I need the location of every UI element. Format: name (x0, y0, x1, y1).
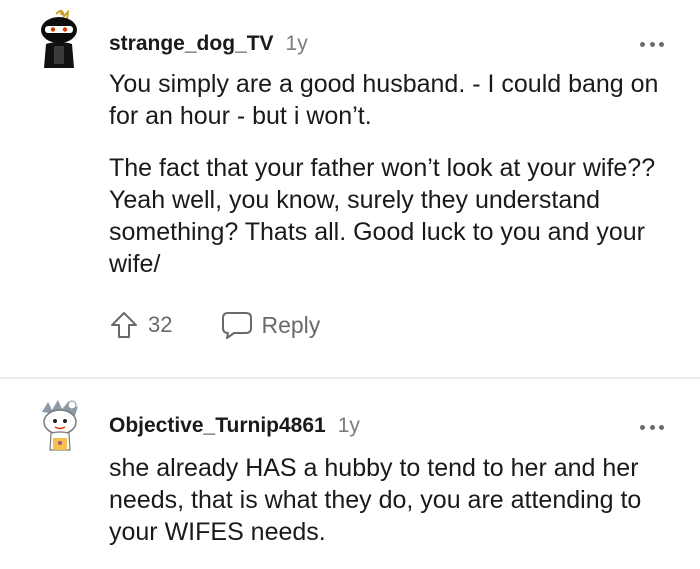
avatar[interactable] (34, 8, 84, 70)
dot (659, 41, 664, 47)
dot (649, 41, 655, 47)
dot (649, 424, 655, 430)
comment-text: The fact that your father won’t look at … (109, 154, 656, 278)
comment-paragraph: she already HAS a hubby to tend to her a… (109, 452, 674, 548)
dot (659, 424, 664, 430)
upvote-button[interactable]: 32 (109, 310, 172, 340)
comment-paragraph: The fact that your father won’t look at … (109, 152, 674, 280)
comment: strange_dog_TV 1y You simply are a good h… (0, 0, 700, 378)
comment-text: she already HAS a hubby to tend to her a… (109, 454, 642, 546)
dot (640, 424, 645, 430)
username[interactable]: strange_dog_TV 1y (109, 32, 308, 56)
vote-count: 32 (148, 312, 173, 337)
comment-age: 1y (337, 414, 360, 437)
reply-bubble-icon (222, 312, 253, 339)
username[interactable]: Objective_Turnip4861 1y (109, 414, 360, 438)
username-text[interactable]: Objective_Turnip4861 (109, 414, 326, 437)
comment-age: 1y (285, 32, 308, 55)
snoo-avatar-icon (42, 400, 78, 451)
comment-paragraph: You simply are a good husband. - I could… (109, 68, 674, 132)
more-options-icon[interactable] (640, 40, 664, 48)
reply-button[interactable]: Reply (220, 310, 320, 340)
snoo-avatar-icon (41, 8, 77, 68)
avatar[interactable] (34, 398, 84, 458)
dot (640, 41, 645, 47)
comment: Objective_Turnip4861 1y she already HAS a… (0, 380, 700, 569)
upvote-arrow-icon (111, 312, 137, 338)
username-text[interactable]: strange_dog_TV (109, 32, 274, 55)
comment-actions: 32 Reply (109, 305, 320, 345)
more-options-icon[interactable] (640, 423, 664, 431)
comment-text: You simply are a good husband. - I could… (109, 70, 659, 130)
reply-label: Reply (261, 311, 321, 338)
divider (0, 377, 700, 379)
